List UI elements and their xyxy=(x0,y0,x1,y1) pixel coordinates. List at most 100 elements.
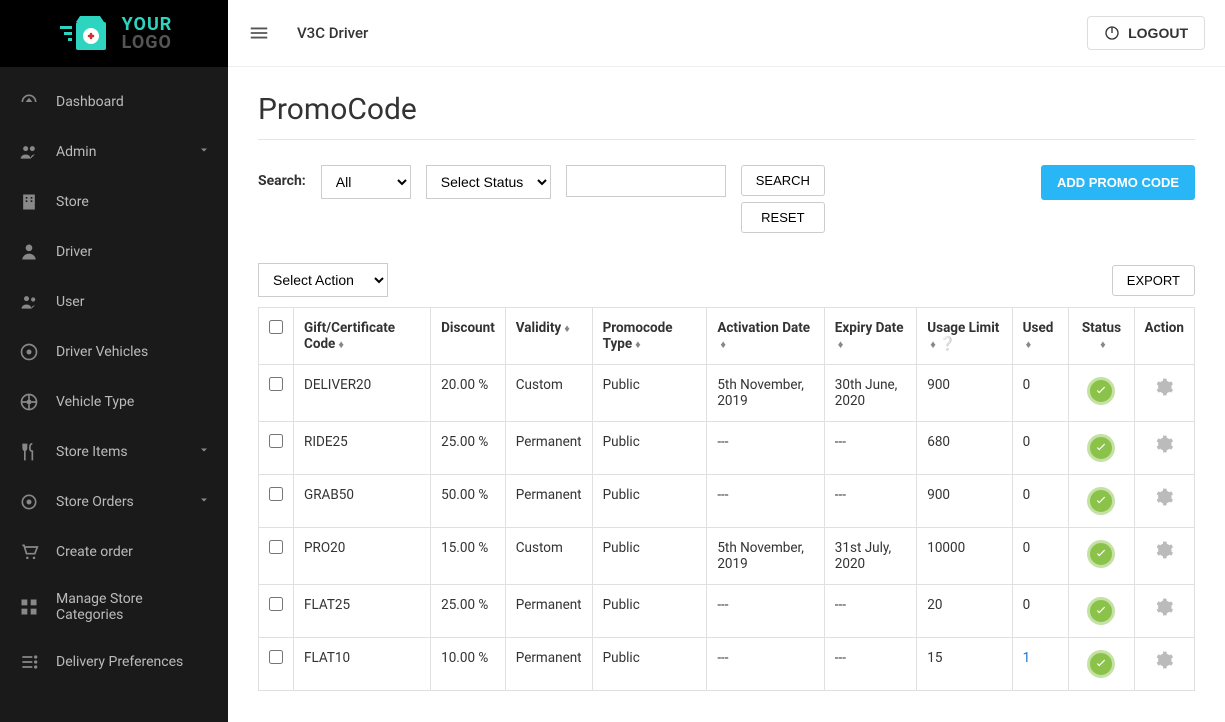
sidebar-item-vehicle-type[interactable]: Vehicle Type xyxy=(0,377,228,427)
sidebar-item-label: Vehicle Type xyxy=(56,394,210,410)
cell-type: Public xyxy=(592,422,707,475)
status-select[interactable]: Select Status xyxy=(426,165,551,199)
status-active-icon[interactable] xyxy=(1087,487,1115,515)
gear-icon[interactable] xyxy=(1154,487,1174,507)
users-cog-icon xyxy=(18,141,40,163)
cell-validity: Custom xyxy=(505,528,592,585)
sort-icon: ♦ xyxy=(1026,338,1032,351)
nav: Dashboard Admin Store Driver UserDriver Vehi… xyxy=(0,67,228,722)
th-code[interactable]: Gift/Certificate Code♦ xyxy=(294,308,431,365)
cell-expiry: --- xyxy=(824,585,916,638)
table-row: GRAB5050.00 %PermanentPublic------9000 xyxy=(259,475,1195,528)
search-button[interactable]: SEARCH xyxy=(741,165,825,196)
divider xyxy=(258,139,1195,140)
sort-icon: ♦ xyxy=(635,338,641,351)
gear-icon[interactable] xyxy=(1154,597,1174,617)
building-icon xyxy=(18,191,40,213)
sidebar-item-manage-store-categories[interactable]: Manage Store Categories xyxy=(0,577,228,637)
cell-validity: Permanent xyxy=(505,475,592,528)
logout-button[interactable]: LOGOUT xyxy=(1087,16,1205,50)
th-status[interactable]: Status♦ xyxy=(1069,308,1134,365)
sidebar-item-driver-vehicles[interactable]: Driver Vehicles xyxy=(0,327,228,377)
sidebar-item-delivery-preferences[interactable]: Delivery Preferences xyxy=(0,637,228,687)
status-active-icon[interactable] xyxy=(1087,650,1115,678)
cell-limit: 20 xyxy=(917,585,1012,638)
chevron-down-icon xyxy=(198,144,210,160)
sidebar-item-user[interactable]: User xyxy=(0,277,228,327)
add-promocode-button[interactable]: ADD PROMO CODE xyxy=(1041,165,1195,200)
main: V3C Driver LOGOUT PromoCode Search: All … xyxy=(228,0,1225,722)
gear-icon[interactable] xyxy=(1154,434,1174,454)
sidebar-item-create-order[interactable]: Create order xyxy=(0,527,228,577)
bulk-action-select[interactable]: Select Action xyxy=(258,263,388,297)
sidebar-item-label: Dashboard xyxy=(56,94,210,110)
th-validity[interactable]: Validity♦ xyxy=(505,308,592,365)
search-row: Search: All Select Status SEARCH RESET A… xyxy=(258,165,1195,233)
cell-activation: 5th November, 2019 xyxy=(707,365,824,422)
cell-discount: 20.00 % xyxy=(431,365,506,422)
row-checkbox[interactable] xyxy=(269,377,283,391)
sort-icon: ♦ xyxy=(930,338,936,351)
cell-code: FLAT25 xyxy=(294,585,431,638)
chevron-down-icon xyxy=(198,494,210,510)
status-active-icon[interactable] xyxy=(1087,434,1115,462)
sidebar-item-label: Delivery Preferences xyxy=(56,654,210,670)
th-limit[interactable]: Usage Limit♦ ❔ xyxy=(917,308,1012,365)
row-checkbox[interactable] xyxy=(269,434,283,448)
used-link[interactable]: 1 xyxy=(1023,650,1031,666)
th-expiry[interactable]: Expiry Date♦ xyxy=(824,308,916,365)
content: PromoCode Search: All Select Status SEAR… xyxy=(228,67,1225,722)
gear-icon[interactable] xyxy=(1154,377,1174,397)
row-checkbox[interactable] xyxy=(269,487,283,501)
page-title: PromoCode xyxy=(258,92,1195,127)
cell-used: 0 xyxy=(1023,487,1031,503)
cell-expiry: 30th June, 2020 xyxy=(824,365,916,422)
cell-used: 0 xyxy=(1023,597,1031,613)
row-checkbox[interactable] xyxy=(269,650,283,664)
cell-type: Public xyxy=(592,528,707,585)
export-button[interactable]: EXPORT xyxy=(1112,265,1195,296)
status-active-icon[interactable] xyxy=(1087,377,1115,405)
sidebar-item-label: Manage Store Categories xyxy=(56,591,210,623)
status-active-icon[interactable] xyxy=(1087,540,1115,568)
row-checkbox[interactable] xyxy=(269,597,283,611)
sort-icon: ♦ xyxy=(838,338,844,351)
th-used[interactable]: Used♦ xyxy=(1012,308,1069,365)
sidebar-item-driver[interactable]: Driver xyxy=(0,227,228,277)
select-all-checkbox[interactable] xyxy=(269,320,283,334)
filter-select[interactable]: All xyxy=(321,165,411,199)
hamburger-icon[interactable] xyxy=(248,21,272,45)
row-checkbox[interactable] xyxy=(269,540,283,554)
sidebar-item-store[interactable]: Store xyxy=(0,177,228,227)
cell-activation: --- xyxy=(707,422,824,475)
gauge-icon xyxy=(18,91,40,113)
gear-icon[interactable] xyxy=(1154,540,1174,560)
cell-validity: Permanent xyxy=(505,585,592,638)
sidebar-item-label: Driver xyxy=(56,244,210,260)
wheel-icon xyxy=(18,391,40,413)
sort-icon: ♦ xyxy=(720,338,726,351)
users-icon xyxy=(18,291,40,313)
cell-discount: 10.00 % xyxy=(431,638,506,691)
cart-icon xyxy=(18,541,40,563)
th-type[interactable]: Promocode Type♦ xyxy=(592,308,707,365)
help-icon[interactable]: ❔ xyxy=(939,336,956,352)
sidebar-item-label: Admin xyxy=(56,144,198,160)
cell-activation: --- xyxy=(707,638,824,691)
table-row: RIDE2525.00 %PermanentPublic------6800 xyxy=(259,422,1195,475)
th-activation[interactable]: Activation Date♦ xyxy=(707,308,824,365)
sidebar-item-store-items[interactable]: Store Items xyxy=(0,427,228,477)
th-action: Action xyxy=(1134,308,1194,365)
search-input[interactable] xyxy=(566,165,726,197)
logo-icon xyxy=(56,14,116,54)
reset-button[interactable]: RESET xyxy=(741,202,825,233)
cell-type: Public xyxy=(592,638,707,691)
sidebar-item-label: Store Items xyxy=(56,444,198,460)
cell-expiry: 31st July, 2020 xyxy=(824,528,916,585)
sidebar-item-admin[interactable]: Admin xyxy=(0,127,228,177)
sidebar-item-store-orders[interactable]: Store Orders xyxy=(0,477,228,527)
status-active-icon[interactable] xyxy=(1087,597,1115,625)
sidebar-item-dashboard[interactable]: Dashboard xyxy=(0,77,228,127)
table-row: FLAT2525.00 %PermanentPublic------200 xyxy=(259,585,1195,638)
gear-icon[interactable] xyxy=(1154,650,1174,670)
